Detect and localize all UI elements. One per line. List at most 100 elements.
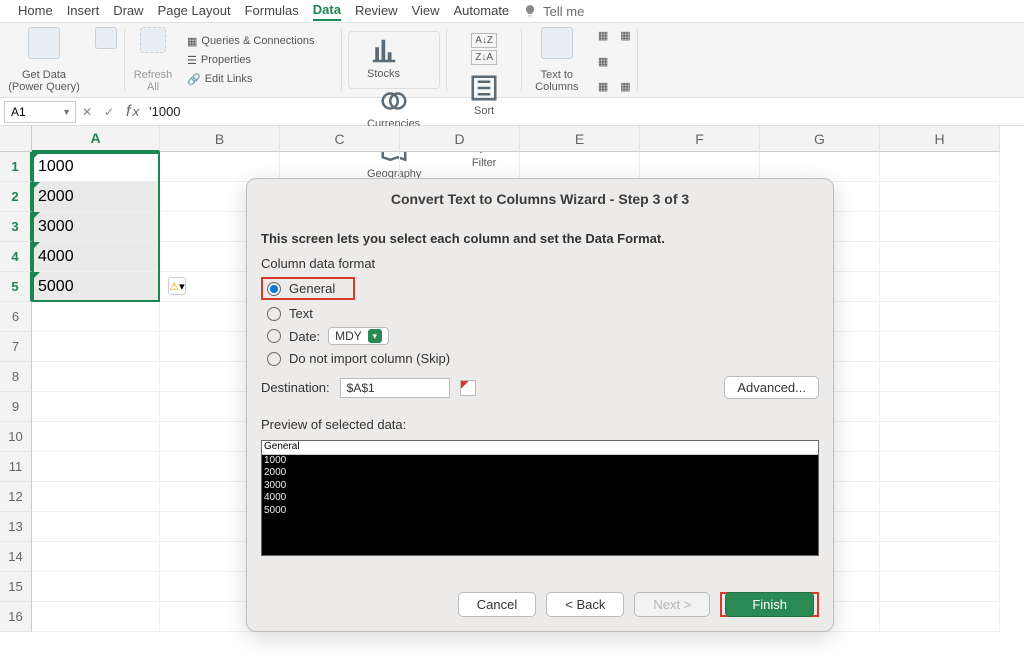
- cell[interactable]: [32, 332, 160, 362]
- column-header[interactable]: H: [880, 126, 1000, 152]
- cell[interactable]: [880, 362, 1000, 392]
- remove-duplicates-button[interactable]: ▦: [598, 55, 608, 68]
- sort-az-button[interactable]: A↓Z Z↓A: [471, 33, 497, 65]
- edit-links-button[interactable]: 🔗 Edit Links: [187, 73, 335, 86]
- cell[interactable]: [880, 542, 1000, 572]
- cell[interactable]: 4000: [32, 242, 160, 272]
- queries-connections-button[interactable]: ▦ Queries & Connections: [187, 35, 335, 48]
- row-header[interactable]: 14: [0, 542, 32, 572]
- cell[interactable]: [32, 602, 160, 632]
- currencies-button[interactable]: Currencies: [359, 86, 428, 130]
- column-header[interactable]: B: [160, 126, 280, 152]
- cell[interactable]: [880, 272, 1000, 302]
- select-all-corner[interactable]: [0, 126, 32, 152]
- tab-home[interactable]: Home: [18, 3, 53, 20]
- column-header[interactable]: A: [32, 126, 160, 152]
- cell[interactable]: 3000: [32, 212, 160, 242]
- get-data-button[interactable]: Get Data (Power Query): [0, 23, 88, 97]
- cell[interactable]: [32, 542, 160, 572]
- tab-data[interactable]: Data: [313, 2, 341, 21]
- row-header[interactable]: 7: [0, 332, 32, 362]
- cell[interactable]: [880, 572, 1000, 602]
- cell[interactable]: 1000: [32, 152, 160, 182]
- cell[interactable]: [32, 302, 160, 332]
- name-box[interactable]: A1 ▼: [4, 101, 76, 123]
- tab-formulas[interactable]: Formulas: [245, 3, 299, 20]
- radio-skip[interactable]: [267, 352, 281, 366]
- cell[interactable]: 2000: [32, 182, 160, 212]
- tab-view[interactable]: View: [412, 3, 440, 20]
- row-header[interactable]: 9: [0, 392, 32, 422]
- tab-review[interactable]: Review: [355, 3, 398, 20]
- row-header[interactable]: 1: [0, 152, 32, 182]
- relationships-button[interactable]: ▦: [620, 80, 630, 93]
- cell[interactable]: [32, 452, 160, 482]
- tab-automate[interactable]: Automate: [454, 3, 510, 20]
- radio-text[interactable]: [267, 307, 281, 321]
- row-header[interactable]: 4: [0, 242, 32, 272]
- connections-icon[interactable]: [95, 27, 117, 49]
- cell[interactable]: [880, 242, 1000, 272]
- column-header[interactable]: G: [760, 126, 880, 152]
- cell[interactable]: [880, 212, 1000, 242]
- cell[interactable]: [880, 152, 1000, 182]
- cell[interactable]: [32, 362, 160, 392]
- consolidate-button[interactable]: ▦: [620, 29, 630, 42]
- refresh-all-button[interactable]: Refresh All: [125, 23, 181, 97]
- enter-formula-button[interactable]: ✓: [98, 105, 120, 119]
- row-header[interactable]: 16: [0, 602, 32, 632]
- fx-button[interactable]: fx: [120, 103, 145, 121]
- row-header[interactable]: 6: [0, 302, 32, 332]
- data-validation-button[interactable]: ▦: [598, 80, 608, 93]
- tab-draw[interactable]: Draw: [113, 3, 143, 20]
- column-header[interactable]: E: [520, 126, 640, 152]
- cell[interactable]: [880, 512, 1000, 542]
- properties-button[interactable]: ☰ Properties: [187, 54, 335, 67]
- formula-input[interactable]: '1000: [145, 104, 180, 119]
- row-header[interactable]: 15: [0, 572, 32, 602]
- row-header[interactable]: 5: [0, 272, 32, 302]
- sort-button[interactable]: Sort: [461, 73, 507, 117]
- flash-fill-button[interactable]: ▦: [598, 29, 608, 42]
- advanced-button[interactable]: Advanced...: [724, 376, 819, 399]
- text-to-columns-button[interactable]: Text to Columns: [522, 23, 592, 97]
- finish-button[interactable]: Finish: [725, 592, 814, 617]
- cell[interactable]: [880, 422, 1000, 452]
- column-header[interactable]: D: [400, 126, 520, 152]
- row-header[interactable]: 12: [0, 482, 32, 512]
- row-header[interactable]: 8: [0, 362, 32, 392]
- cell[interactable]: [880, 392, 1000, 422]
- row-header[interactable]: 11: [0, 452, 32, 482]
- radio-date[interactable]: [267, 329, 281, 343]
- cell[interactable]: 5000: [32, 272, 160, 302]
- tab-page-layout[interactable]: Page Layout: [158, 3, 231, 20]
- column-header[interactable]: F: [640, 126, 760, 152]
- cell[interactable]: [32, 422, 160, 452]
- range-picker-icon[interactable]: [460, 380, 476, 396]
- back-button[interactable]: < Back: [546, 592, 624, 617]
- cancel-button[interactable]: Cancel: [458, 592, 536, 617]
- tell-me-search[interactable]: Tell me: [523, 4, 584, 19]
- cell[interactable]: [880, 182, 1000, 212]
- row-header[interactable]: 13: [0, 512, 32, 542]
- cell[interactable]: [880, 602, 1000, 632]
- cell[interactable]: [880, 332, 1000, 362]
- destination-input[interactable]: $A$1: [340, 378, 450, 398]
- cell[interactable]: [32, 572, 160, 602]
- column-header[interactable]: C: [280, 126, 400, 152]
- stocks-button[interactable]: Stocks: [359, 36, 408, 80]
- cell[interactable]: [880, 482, 1000, 512]
- row-header[interactable]: 10: [0, 422, 32, 452]
- error-trace-button[interactable]: ⚠▾: [168, 277, 186, 295]
- cancel-formula-button[interactable]: ✕: [76, 105, 98, 119]
- cell[interactable]: [880, 452, 1000, 482]
- row-header[interactable]: 2: [0, 182, 32, 212]
- date-format-select[interactable]: MDY: [328, 327, 389, 345]
- cell[interactable]: [32, 512, 160, 542]
- cell[interactable]: [880, 302, 1000, 332]
- radio-general[interactable]: [267, 282, 281, 296]
- tab-insert[interactable]: Insert: [67, 3, 100, 20]
- cell[interactable]: [32, 392, 160, 422]
- row-header[interactable]: 3: [0, 212, 32, 242]
- cell[interactable]: [32, 482, 160, 512]
